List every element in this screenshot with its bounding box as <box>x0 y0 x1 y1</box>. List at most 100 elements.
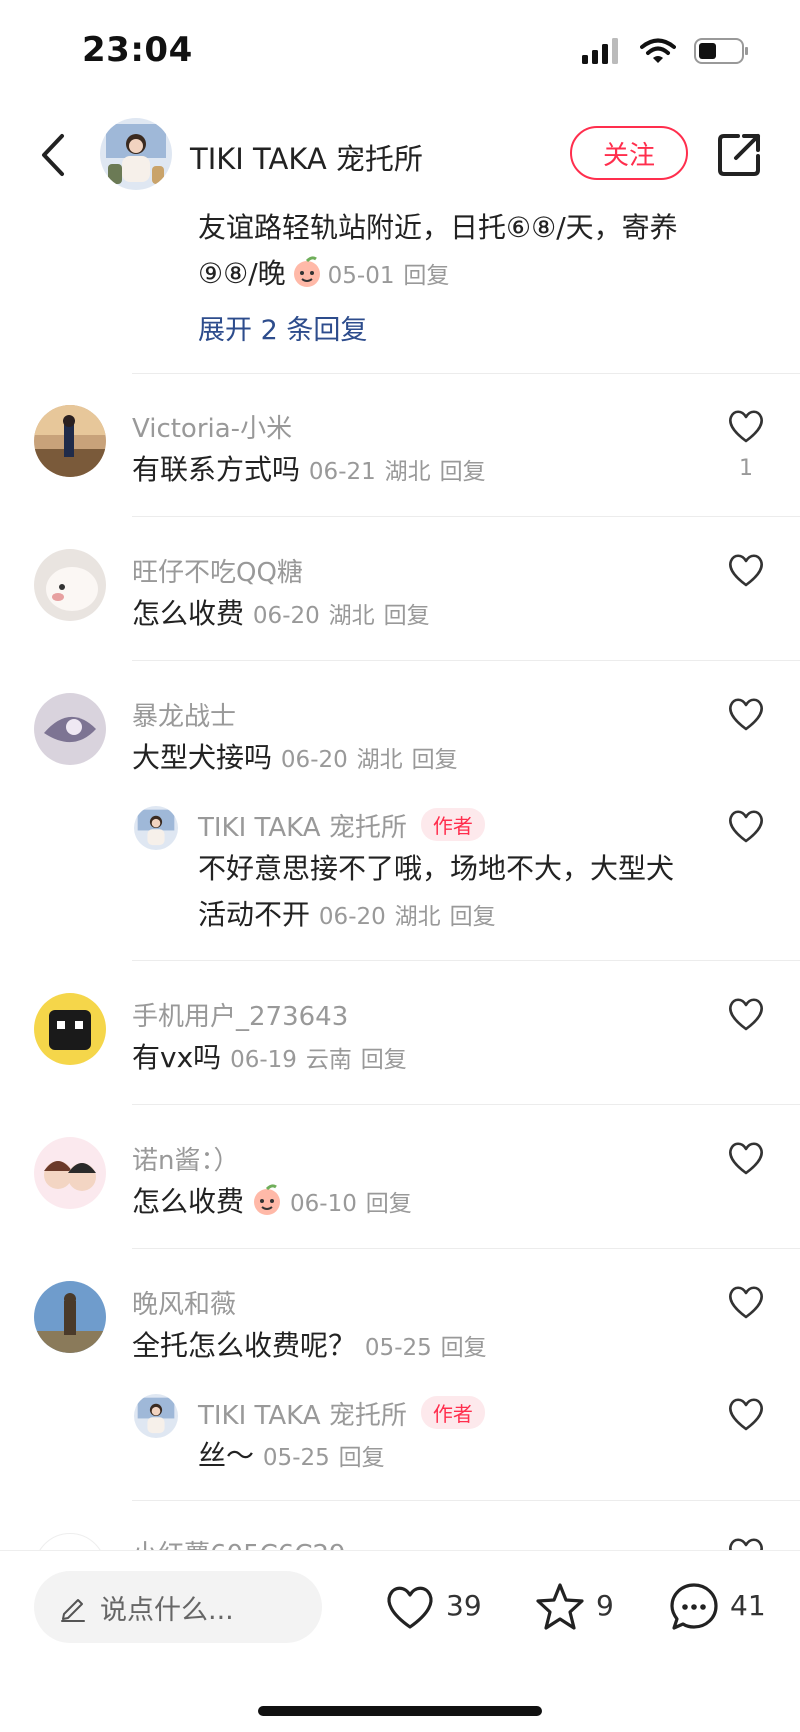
status-bar: 23:04 <box>0 0 800 100</box>
reply-button[interactable]: 回复 <box>403 263 449 289</box>
comment-input-placeholder: 说点什么... <box>100 1594 234 1626</box>
author-avatar[interactable] <box>134 806 178 850</box>
like-count: 39 <box>446 1589 482 1622</box>
author-name[interactable]: TIKI TAKA 宠托所 <box>190 136 423 178</box>
comment-location: 云南 <box>305 1047 352 1073</box>
comment-date: 06-21 <box>308 459 376 485</box>
comment-date: 06-20 <box>252 603 320 629</box>
comment-date: 06-19 <box>230 1047 297 1073</box>
reply-button[interactable]: 回复 <box>366 1191 412 1217</box>
reply-button[interactable]: 回复 <box>440 459 486 485</box>
heart-icon[interactable] <box>727 1284 765 1320</box>
commenter-avatar[interactable] <box>34 693 106 765</box>
heart-icon[interactable] <box>727 696 765 732</box>
comment-text: 全托怎么收费呢？ <box>132 1329 357 1362</box>
commenter-avatar[interactable] <box>34 405 106 477</box>
reply-row: 不好意思接不了哦，场地不大，大型犬活动不开 06-20 湖北 回复 <box>198 846 678 940</box>
author-badge: 作者 <box>420 1396 485 1429</box>
reply-text: 丝～ <box>198 1439 255 1472</box>
reply-button[interactable]: 回复 <box>361 1047 407 1073</box>
status-icons <box>582 38 750 64</box>
reply-username[interactable]: TIKI TAKA 宠托所 <box>198 813 407 843</box>
comment-location: 湖北 <box>356 747 403 773</box>
commenter-avatar[interactable] <box>34 1281 106 1353</box>
reply-button[interactable]: 回复 <box>450 904 496 930</box>
reply-date: 05-01 <box>327 263 395 289</box>
comment-row: 有vx吗 06-19 云南 回复 <box>132 1038 407 1080</box>
expand-replies-link[interactable]: 展开 2 条回复 <box>198 308 367 347</box>
comment-bubble-icon[interactable] <box>668 1581 720 1633</box>
star-count: 9 <box>596 1589 614 1622</box>
heart-icon[interactable] <box>727 552 765 588</box>
author-reply-text: 友谊路轻轨站附近，日托⑥⑧/天，寄养⑨⑧/晚 05-01 回复 <box>198 205 718 299</box>
heart-icon[interactable] <box>727 408 765 444</box>
bottom-action-bar: 说点什么... 39 9 41 <box>0 1550 800 1732</box>
pencil-icon <box>61 1599 85 1622</box>
comment-date: 05-25 <box>364 1335 432 1361</box>
comment-row: 全托怎么收费呢？ 05-25 回复 <box>132 1326 487 1368</box>
follow-button[interactable]: 关注 <box>570 126 688 180</box>
reply-button[interactable]: 回复 <box>441 1335 487 1361</box>
heart-icon[interactable] <box>727 1396 765 1432</box>
peach-emoji-icon <box>293 256 320 287</box>
reply-username-row: TIKI TAKA 宠托所 作者 <box>198 1395 485 1432</box>
comment-username[interactable]: 诺n酱：） <box>132 1140 239 1177</box>
comment-row: 有联系方式吗 06-21 湖北 回复 <box>132 450 486 492</box>
author-avatar[interactable] <box>100 118 172 190</box>
divider <box>132 1104 800 1105</box>
comment-username[interactable]: 旺仔不吃QQ糖 <box>132 552 303 589</box>
like-heart-icon[interactable] <box>384 1581 436 1633</box>
comment-text: 怎么收费 <box>132 597 245 630</box>
battery-icon <box>694 38 748 64</box>
comment-username[interactable]: Victoria-小米 <box>132 408 292 445</box>
comment-date: 06-20 <box>280 747 348 773</box>
comment-count: 41 <box>730 1589 766 1622</box>
comment-username[interactable]: 手机用户_273643 <box>132 996 348 1033</box>
divider <box>132 660 800 661</box>
note-header: TIKI TAKA 宠托所 关注 <box>0 110 800 200</box>
comment-input[interactable]: 说点什么... <box>34 1571 322 1643</box>
author-avatar[interactable] <box>134 1394 178 1438</box>
heart-icon[interactable] <box>727 1140 765 1176</box>
peach-emoji-icon <box>254 1184 281 1215</box>
commenter-avatar[interactable] <box>34 1137 106 1209</box>
heart-icon[interactable] <box>727 996 765 1032</box>
heart-icon[interactable] <box>727 808 765 844</box>
reply-location: 湖北 <box>394 904 441 930</box>
comment-row: 大型犬接吗 06-20 湖北 回复 <box>132 738 458 780</box>
comment-date: 06-10 <box>290 1191 357 1217</box>
reply-username-row: TIKI TAKA 宠托所 作者 <box>198 807 485 844</box>
divider <box>132 373 800 374</box>
comment-text: 大型犬接吗 <box>132 741 273 774</box>
comment-location: 湖北 <box>384 459 431 485</box>
share-icon[interactable] <box>716 132 762 178</box>
wifi-icon <box>640 38 676 63</box>
reply-button[interactable]: 回复 <box>412 747 458 773</box>
comment-like-count: 1 <box>739 456 753 481</box>
comment-location: 湖北 <box>328 603 375 629</box>
commenter-avatar[interactable] <box>34 549 106 621</box>
author-badge: 作者 <box>420 808 485 841</box>
reply-button[interactable]: 回复 <box>339 1445 385 1471</box>
comment-username[interactable]: 暴龙战士 <box>132 696 236 733</box>
comment-text: 有vx吗 <box>132 1041 222 1074</box>
divider <box>132 1248 800 1249</box>
status-time: 23:04 <box>82 30 193 70</box>
divider <box>132 516 800 517</box>
reply-date: 05-25 <box>262 1445 330 1471</box>
divider <box>132 960 800 961</box>
reply-button[interactable]: 回复 <box>384 603 430 629</box>
back-arrow-icon[interactable] <box>34 132 74 178</box>
star-icon[interactable] <box>534 1581 586 1633</box>
commenter-avatar[interactable] <box>34 993 106 1065</box>
reply-username[interactable]: TIKI TAKA 宠托所 <box>198 1401 407 1431</box>
comment-row: 怎么收费 06-20 湖北 回复 <box>132 594 430 636</box>
divider <box>132 1500 800 1501</box>
comment-username[interactable]: 晚风和薇 <box>132 1284 236 1321</box>
comment-text: 有联系方式吗 <box>132 453 301 486</box>
comment-text: 怎么收费 <box>132 1185 245 1218</box>
comment-row: 怎么收费 06-10 回复 <box>132 1182 412 1224</box>
home-indicator[interactable] <box>258 1706 542 1716</box>
reply-date: 06-20 <box>318 904 386 930</box>
cellular-signal-icon <box>582 38 618 64</box>
